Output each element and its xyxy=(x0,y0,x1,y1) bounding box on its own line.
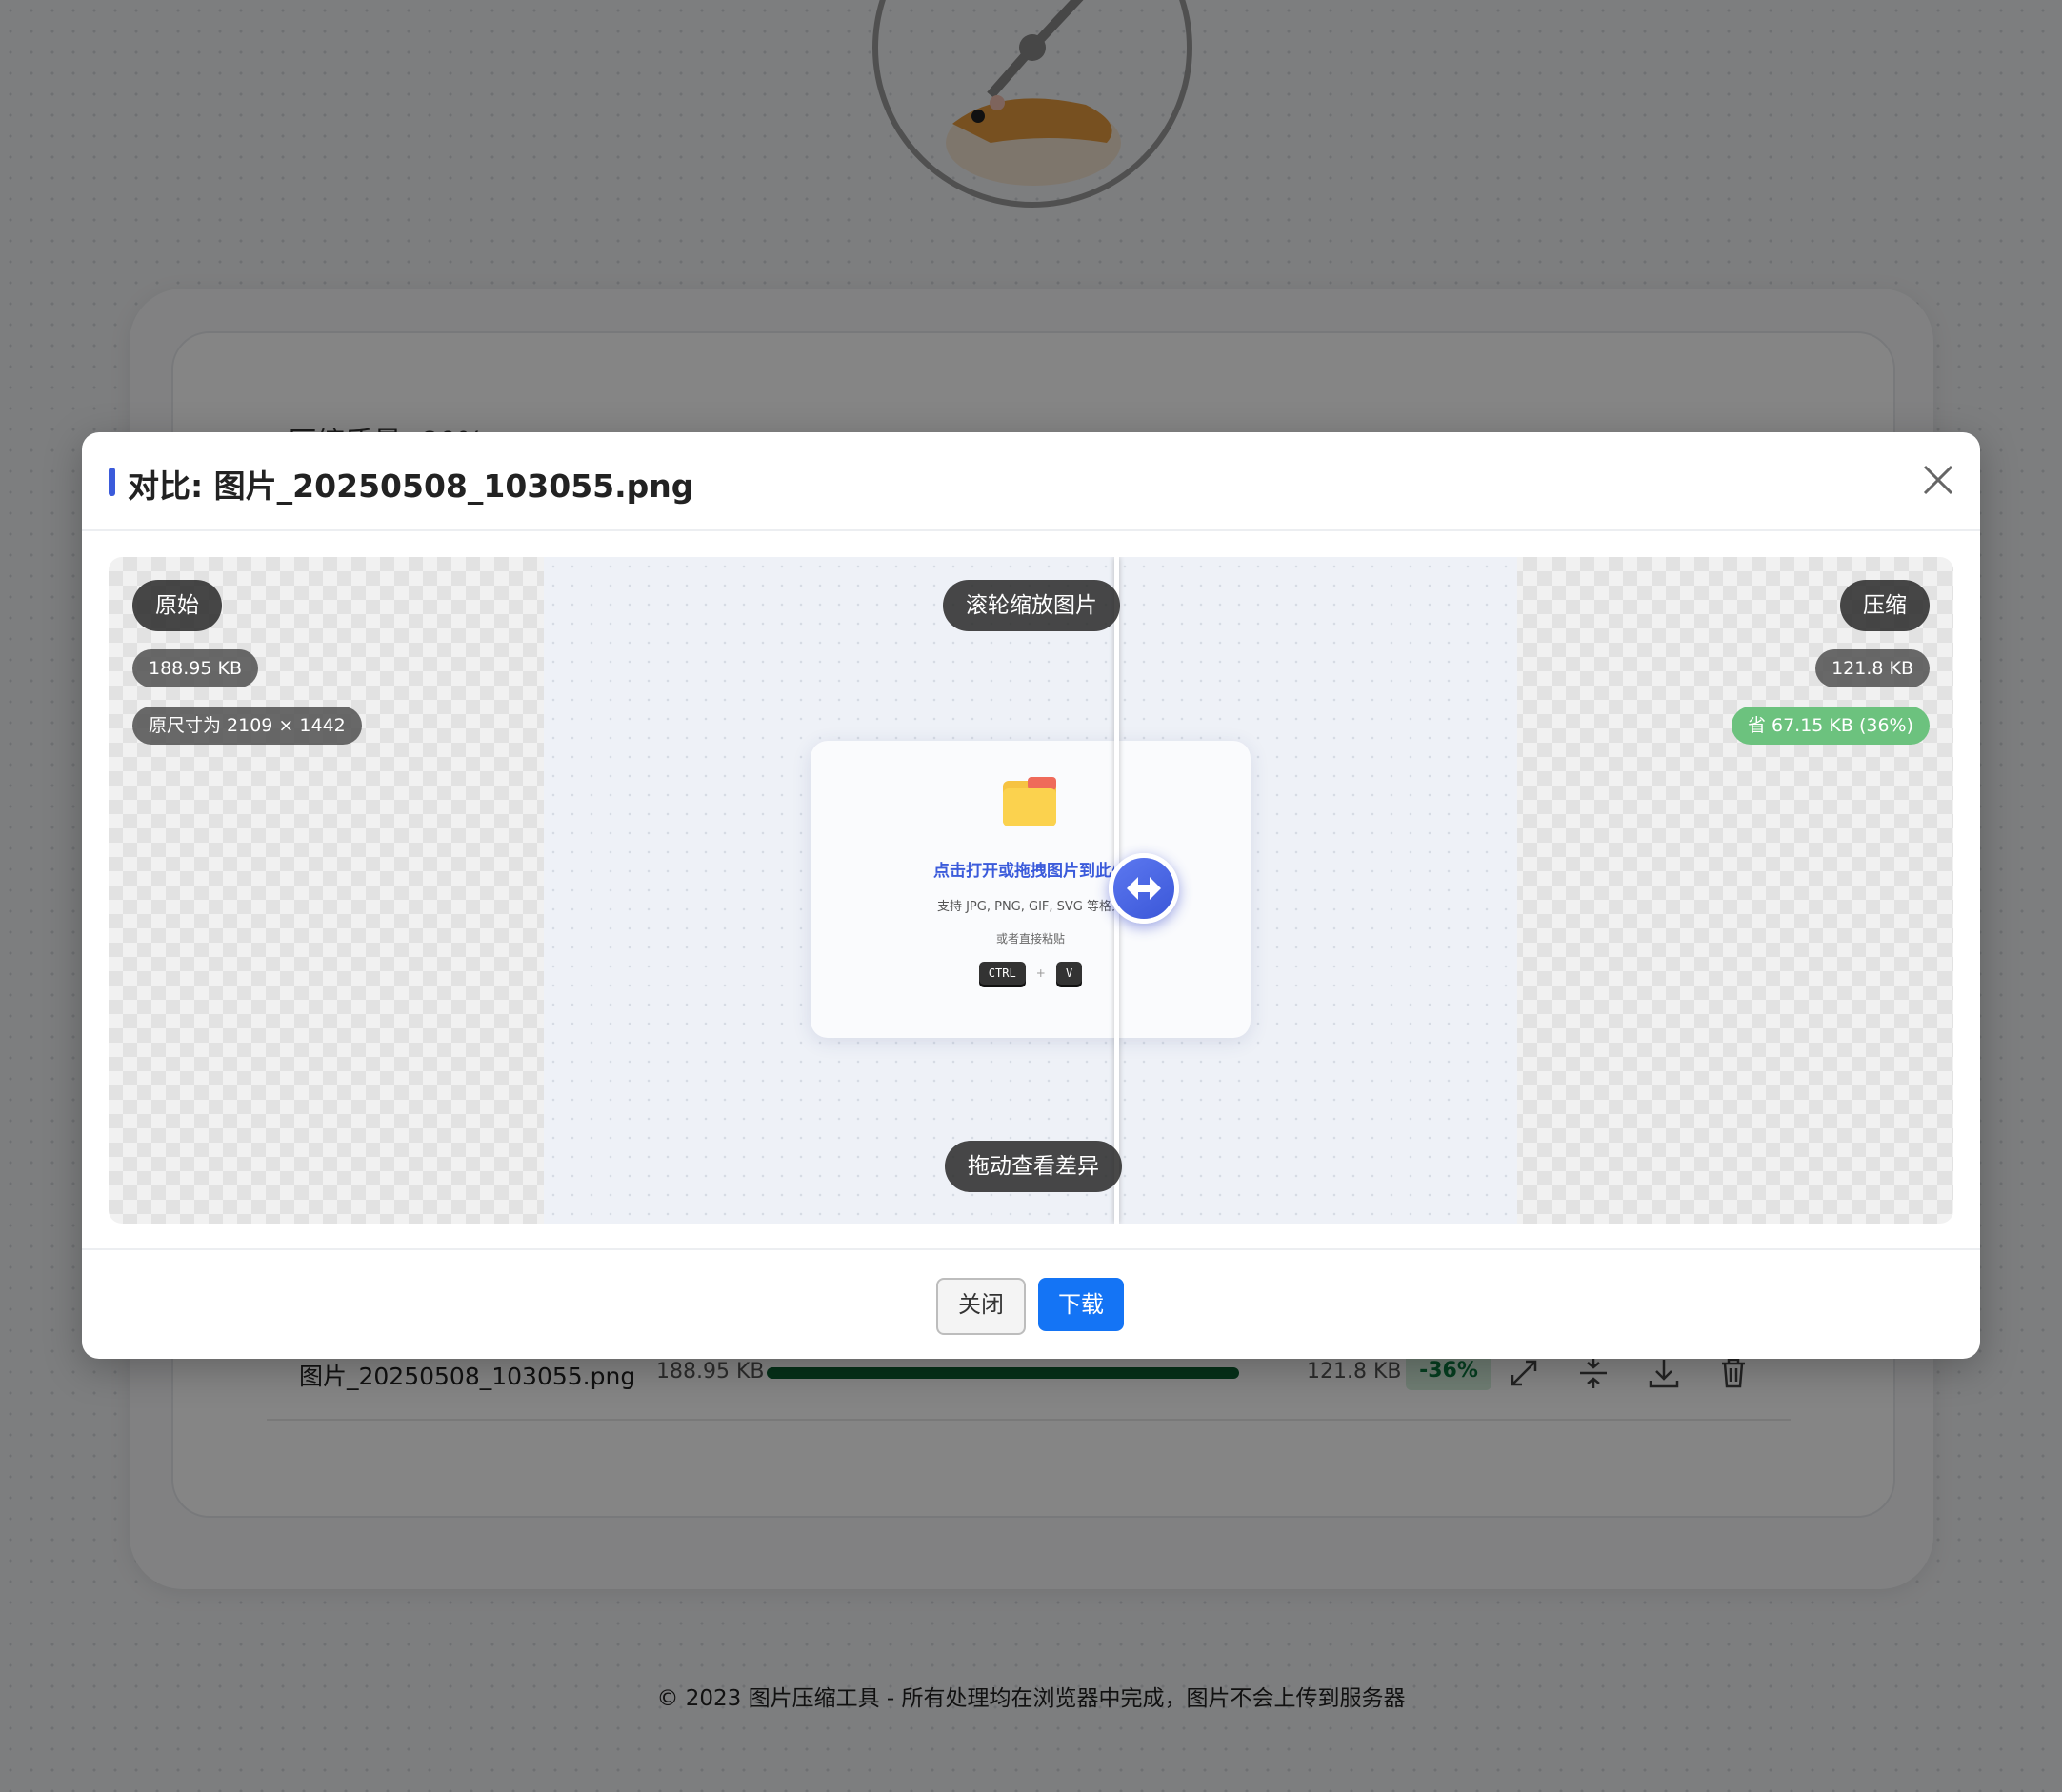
compressed-size-badge: 121.8 KB xyxy=(1815,649,1930,687)
folder-icon xyxy=(1003,777,1056,826)
compare-slider-handle[interactable] xyxy=(1109,853,1179,924)
left-right-arrows-icon xyxy=(1127,877,1161,900)
compressed-label: 压缩 xyxy=(1840,580,1930,631)
v-key: V xyxy=(1055,962,1083,985)
compare-viewer[interactable]: 点击打开或拖拽图片到此处 支持 JPG, PNG, GIF, SVG 等格式 或… xyxy=(109,557,1953,1224)
modal-footer-divider xyxy=(82,1248,1980,1250)
modal-title: 对比: 图片_20250508_103055.png xyxy=(128,468,694,505)
close-icon[interactable] xyxy=(1919,461,1957,499)
preview-upload-card: 点击打开或拖拽图片到此处 支持 JPG, PNG, GIF, SVG 等格式 或… xyxy=(811,741,1251,1038)
modal-header: 对比: 图片_20250508_103055.png xyxy=(82,432,1980,531)
preview-title: 点击打开或拖拽图片到此处 xyxy=(933,862,1128,881)
preview-shortcut: CTRL + V xyxy=(811,962,1251,985)
original-label: 原始 xyxy=(132,580,222,631)
savings-badge: 省 67.15 KB (36%) xyxy=(1731,707,1930,745)
close-button[interactable]: 关闭 xyxy=(936,1278,1026,1335)
plus-sign: + xyxy=(1035,966,1046,980)
compare-modal: 对比: 图片_20250508_103055.png 点击打开或拖拽图片到此处 … xyxy=(82,432,1980,1359)
ctrl-key: CTRL xyxy=(978,962,1026,985)
preview-or-text: 或者直接粘贴 xyxy=(995,932,1065,946)
download-button[interactable]: 下载 xyxy=(1038,1278,1124,1331)
original-dimensions-badge: 原尺寸为 2109 × 1442 xyxy=(132,707,362,745)
zoom-hint: 滚轮缩放图片 xyxy=(943,580,1120,631)
preview-image: 点击打开或拖拽图片到此处 支持 JPG, PNG, GIF, SVG 等格式 或… xyxy=(544,557,1517,1224)
original-size-badge: 188.95 KB xyxy=(132,649,259,687)
preview-subtitle: 支持 JPG, PNG, GIF, SVG 等格式 xyxy=(936,900,1125,914)
title-accent-bar xyxy=(109,468,115,496)
drag-hint: 拖动查看差异 xyxy=(945,1141,1122,1192)
